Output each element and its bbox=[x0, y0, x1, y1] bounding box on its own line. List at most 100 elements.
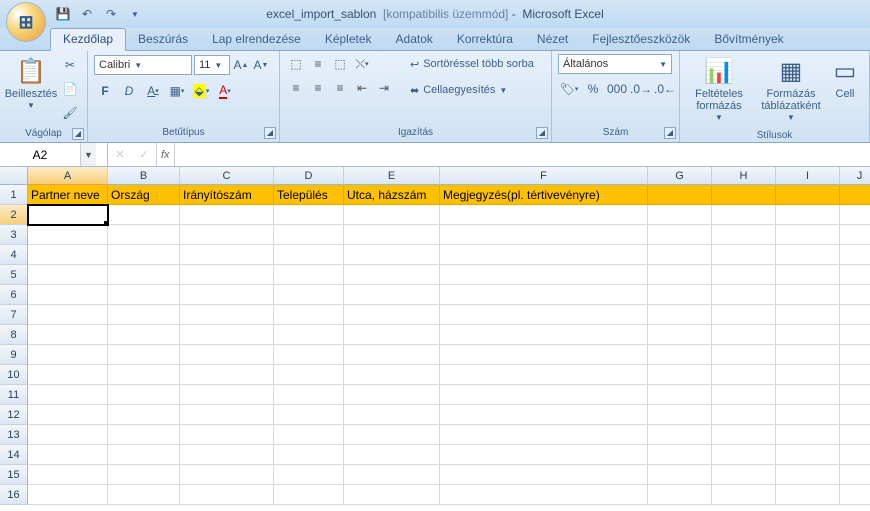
cell[interactable] bbox=[840, 245, 870, 265]
cell[interactable] bbox=[648, 485, 712, 505]
cell[interactable] bbox=[440, 465, 648, 485]
fill-color-button[interactable]: ⬙▾ bbox=[190, 80, 212, 102]
underline-button[interactable]: A▾ bbox=[142, 80, 164, 102]
row-header[interactable]: 7 bbox=[0, 305, 28, 325]
cell[interactable] bbox=[840, 265, 870, 285]
row-header[interactable]: 12 bbox=[0, 405, 28, 425]
cell[interactable] bbox=[28, 265, 108, 285]
cell[interactable] bbox=[108, 325, 180, 345]
cell[interactable] bbox=[840, 285, 870, 305]
cell[interactable] bbox=[440, 405, 648, 425]
row-header[interactable]: 1 bbox=[0, 185, 28, 205]
cell[interactable] bbox=[712, 185, 776, 205]
cell[interactable] bbox=[840, 365, 870, 385]
cell[interactable] bbox=[28, 405, 108, 425]
cell[interactable] bbox=[180, 285, 274, 305]
cell[interactable] bbox=[108, 405, 180, 425]
cell[interactable] bbox=[274, 245, 344, 265]
cell[interactable] bbox=[440, 385, 648, 405]
tab-beszúrás[interactable]: Beszúrás bbox=[126, 29, 200, 50]
cell[interactable] bbox=[840, 385, 870, 405]
cell[interactable] bbox=[840, 445, 870, 465]
cell[interactable] bbox=[344, 265, 440, 285]
cell[interactable]: Utca, házszám bbox=[344, 185, 440, 205]
cell[interactable] bbox=[274, 405, 344, 425]
cell[interactable]: Település bbox=[274, 185, 344, 205]
tab-kezdőlap[interactable]: Kezdőlap bbox=[50, 28, 126, 51]
cell[interactable] bbox=[108, 385, 180, 405]
cell[interactable]: Irányítószám bbox=[180, 185, 274, 205]
align-center-icon[interactable]: ≡ bbox=[308, 78, 328, 98]
undo-icon[interactable]: ↶ bbox=[78, 5, 96, 23]
tab-fejlesztőeszközök[interactable]: Fejlesztőeszközök bbox=[580, 29, 702, 50]
cell[interactable] bbox=[776, 445, 840, 465]
cell[interactable] bbox=[440, 225, 648, 245]
font-name-combo[interactable]: Calibri▼ bbox=[94, 55, 192, 75]
cell[interactable] bbox=[108, 245, 180, 265]
cell[interactable] bbox=[712, 465, 776, 485]
align-left-icon[interactable]: ≡ bbox=[286, 78, 306, 98]
row-header[interactable]: 2 bbox=[0, 205, 28, 225]
cell[interactable] bbox=[28, 385, 108, 405]
cell[interactable] bbox=[840, 225, 870, 245]
font-size-combo[interactable]: 11▼ bbox=[194, 55, 230, 75]
border-button[interactable]: ▦▾ bbox=[166, 80, 188, 102]
cell[interactable] bbox=[440, 425, 648, 445]
select-all-corner[interactable] bbox=[0, 167, 28, 185]
decrease-decimal-icon[interactable]: .0← bbox=[654, 78, 676, 100]
cell[interactable] bbox=[712, 365, 776, 385]
cell[interactable] bbox=[274, 445, 344, 465]
column-header[interactable]: J bbox=[840, 167, 870, 185]
cell[interactable] bbox=[180, 425, 274, 445]
cell[interactable] bbox=[840, 425, 870, 445]
cell[interactable] bbox=[344, 325, 440, 345]
formula-input[interactable] bbox=[175, 148, 870, 162]
cell[interactable] bbox=[776, 325, 840, 345]
format-painter-button[interactable]: 🖌 bbox=[59, 102, 81, 124]
cell[interactable] bbox=[440, 345, 648, 365]
column-header[interactable]: B bbox=[108, 167, 180, 185]
cell[interactable] bbox=[28, 245, 108, 265]
align-middle-icon[interactable]: ≡ bbox=[308, 54, 328, 74]
column-header[interactable]: H bbox=[712, 167, 776, 185]
cell[interactable] bbox=[274, 425, 344, 445]
cell[interactable] bbox=[648, 325, 712, 345]
cell[interactable] bbox=[712, 245, 776, 265]
cell[interactable] bbox=[344, 365, 440, 385]
cell[interactable] bbox=[274, 485, 344, 505]
row-header[interactable]: 5 bbox=[0, 265, 28, 285]
cell[interactable] bbox=[274, 385, 344, 405]
cell[interactable] bbox=[28, 465, 108, 485]
dialog-launcher-icon[interactable]: ◢ bbox=[264, 127, 276, 139]
increase-decimal-icon[interactable]: .0→ bbox=[630, 78, 652, 100]
tab-adatok[interactable]: Adatok bbox=[384, 29, 445, 50]
qat-customize-icon[interactable]: ▼ bbox=[126, 5, 144, 23]
cell[interactable] bbox=[648, 405, 712, 425]
cell[interactable] bbox=[180, 365, 274, 385]
row-header[interactable]: 9 bbox=[0, 345, 28, 365]
row-header[interactable]: 6 bbox=[0, 285, 28, 305]
cell[interactable]: Ország bbox=[108, 185, 180, 205]
cell[interactable] bbox=[776, 345, 840, 365]
cut-button[interactable]: ✂ bbox=[59, 54, 81, 76]
cell[interactable] bbox=[712, 305, 776, 325]
cell[interactable] bbox=[776, 185, 840, 205]
cell[interactable] bbox=[840, 465, 870, 485]
cell[interactable] bbox=[840, 305, 870, 325]
row-header[interactable]: 11 bbox=[0, 385, 28, 405]
increase-font-icon[interactable]: A▲ bbox=[232, 54, 250, 76]
cell[interactable] bbox=[776, 425, 840, 445]
format-as-table-button[interactable]: ▦ Formázás táblázatként▼ bbox=[755, 54, 827, 126]
tab-képletek[interactable]: Képletek bbox=[313, 29, 384, 50]
cells-area[interactable]: Partner neveOrszágIrányítószámTelepülésU… bbox=[28, 185, 870, 505]
cell[interactable] bbox=[840, 205, 870, 225]
cell[interactable] bbox=[648, 365, 712, 385]
tab-bővítmények[interactable]: Bővítmények bbox=[702, 29, 795, 50]
cell[interactable] bbox=[28, 345, 108, 365]
cell[interactable] bbox=[440, 265, 648, 285]
cell[interactable] bbox=[344, 225, 440, 245]
row-header[interactable]: 10 bbox=[0, 365, 28, 385]
wrap-text-button[interactable]: ↩Sortöréssel több sorba bbox=[403, 54, 541, 74]
cell[interactable] bbox=[180, 325, 274, 345]
cell[interactable] bbox=[712, 325, 776, 345]
